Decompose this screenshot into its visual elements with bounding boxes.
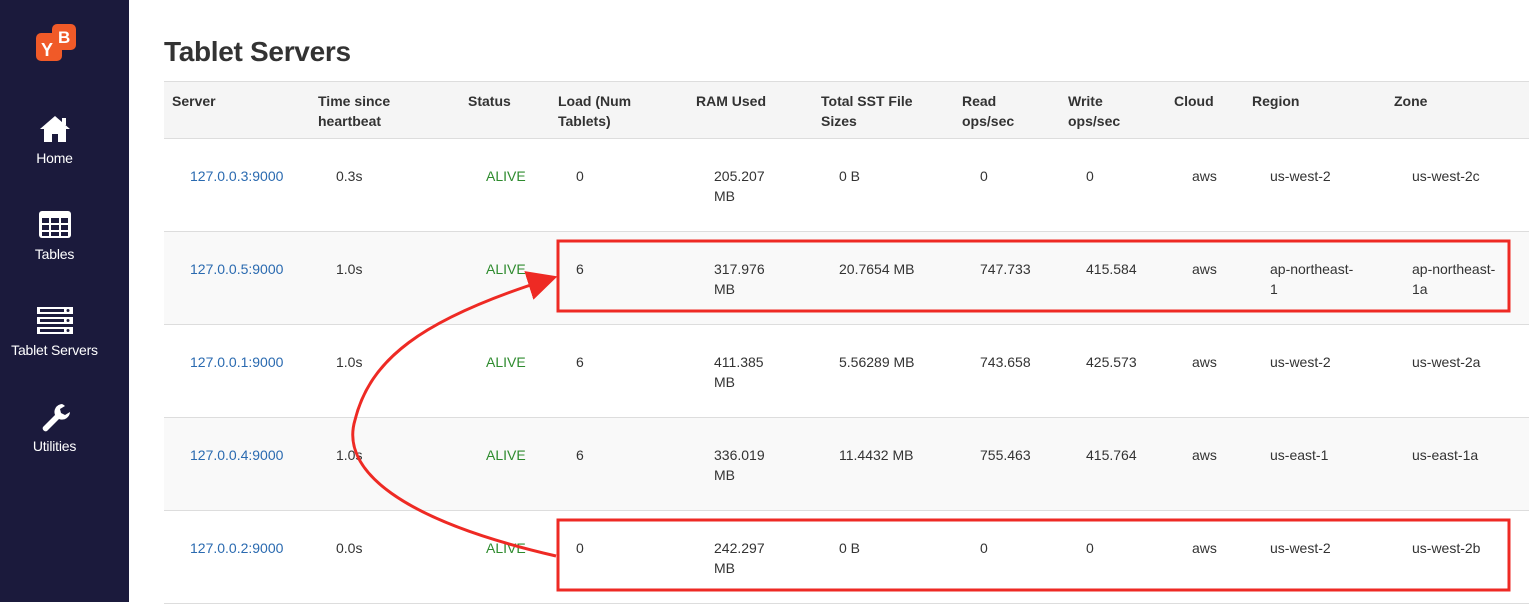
sidebar-item-label: Home [36,150,73,166]
server-link[interactable]: 127.0.0.4:9000 [190,445,283,465]
server-link[interactable]: 127.0.0.5:9000 [190,259,283,279]
region-value: us-west-2 [1270,168,1331,184]
sidebar-item-home[interactable]: Home [0,114,109,166]
sidebar-item-label: Tablet Servers [11,342,98,358]
write-ops-value: 415.764 [1086,447,1137,463]
zone-value: us-west-2c [1412,168,1480,184]
region-value: us-east-1 [1270,447,1329,463]
main-content: Tablet Servers Server Time since heartbea… [164,0,1529,604]
table-row: 127.0.0.4:9000 1.0s ALIVE 6 336.019 MB 11… [164,418,1529,511]
zone-value: us-west-2b [1412,540,1481,556]
server-link[interactable]: 127.0.0.2:9000 [190,538,283,558]
header-read: Read ops/sec [962,93,1015,129]
region-value: us-west-2 [1270,354,1331,370]
table-row: 127.0.0.3:9000 0.3s ALIVE 0 205.207 MB 0 … [164,139,1529,232]
sst-value: 0 B [839,168,861,184]
sst-value: 0 B [839,540,861,556]
sidebar-item-label: Utilities [32,438,77,454]
read-ops-value: 0 [980,540,988,556]
header-zone: Zone [1394,93,1428,109]
cloud-value: aws [1192,540,1217,556]
server-link[interactable]: 127.0.0.3:9000 [190,166,283,186]
header-write: Write ops/sec [1068,93,1121,129]
sidebar-item-label: Tables [34,246,75,262]
status-badge: ALIVE [486,261,526,277]
table-row: 127.0.0.5:9000 1.0s ALIVE 6 317.976 MB 20… [164,232,1529,325]
sst-value: 11.4432 MB [839,447,914,463]
wrench-icon [0,402,109,432]
sidebar-item-utilities[interactable]: Utilities [0,402,109,454]
ram-value: 336.019 MB [714,447,765,483]
header-server: Server [172,93,216,109]
cloud-value: aws [1192,354,1217,370]
server-link[interactable]: 127.0.0.1:9000 [190,352,283,372]
ram-value: 205.207 MB [714,168,765,204]
page-title: Tablet Servers [164,36,351,67]
header-load: Load (Num Tablets) [558,93,632,129]
svg-text:Y: Y [41,40,53,60]
table-row: 127.0.0.2:9000 0.0s ALIVE 0 242.297 MB 0 … [164,511,1529,604]
cloud-value: aws [1192,447,1217,463]
load-value: 0 [576,168,584,184]
write-ops-value: 425.573 [1086,354,1137,370]
sidebar: Y B Home Tables Tablet Servers Utilities [0,0,129,602]
ram-value: 317.976 MB [714,261,765,297]
header-ram: RAM Used [696,93,767,109]
sidebar-item-tablet-servers[interactable]: Tablet Servers [0,306,109,358]
ram-value: 242.297 MB [714,540,765,576]
heartbeat-value: 0.3s [336,168,363,184]
cloud-value: aws [1192,168,1217,184]
zone-value: us-west-2a [1412,354,1481,370]
zone-value: ap-northeast- 1a [1412,261,1496,297]
heartbeat-value: 1.0s [336,447,363,463]
svg-text:B: B [58,28,70,47]
table-header-row: Server Time since heartbeat Status Load (… [164,82,1529,139]
load-value: 0 [576,540,584,556]
status-badge: ALIVE [486,168,526,184]
yugabyte-logo[interactable]: Y B [34,24,80,64]
zone-value: us-east-1a [1412,447,1479,463]
header-region: Region [1252,93,1300,109]
load-value: 6 [576,261,584,277]
region-value: us-west-2 [1270,540,1331,556]
tablet-servers-table: Server Time since heartbeat Status Load (… [164,81,1529,604]
write-ops-value: 415.584 [1086,261,1137,277]
heartbeat-value: 1.0s [336,354,363,370]
cloud-value: aws [1192,261,1217,277]
table-row: 127.0.0.1:9000 1.0s ALIVE 6 411.385 MB 5.… [164,325,1529,418]
write-ops-value: 0 [1086,168,1094,184]
ram-value: 411.385 MB [714,354,764,390]
table-icon [0,210,109,240]
sst-value: 20.7654 MB [839,261,915,277]
sst-value: 5.56289 MB [839,354,915,370]
read-ops-value: 755.463 [980,447,1031,463]
load-value: 6 [576,354,584,370]
sidebar-item-tables[interactable]: Tables [0,210,109,262]
header-cloud: Cloud [1174,93,1214,109]
status-badge: ALIVE [486,354,526,370]
header-status: Status [468,93,511,109]
read-ops-value: 743.658 [980,354,1031,370]
server-icon [0,306,109,336]
status-badge: ALIVE [486,447,526,463]
read-ops-value: 747.733 [980,261,1031,277]
write-ops-value: 0 [1086,540,1094,556]
read-ops-value: 0 [980,168,988,184]
header-heartbeat: Time since heartbeat [318,93,391,129]
heartbeat-value: 0.0s [336,540,363,556]
home-icon [0,114,109,144]
load-value: 6 [576,447,584,463]
heartbeat-value: 1.0s [336,261,363,277]
region-value: ap-northeast- 1 [1270,261,1354,297]
header-sst: Total SST File Sizes [821,93,913,129]
status-badge: ALIVE [486,540,526,556]
